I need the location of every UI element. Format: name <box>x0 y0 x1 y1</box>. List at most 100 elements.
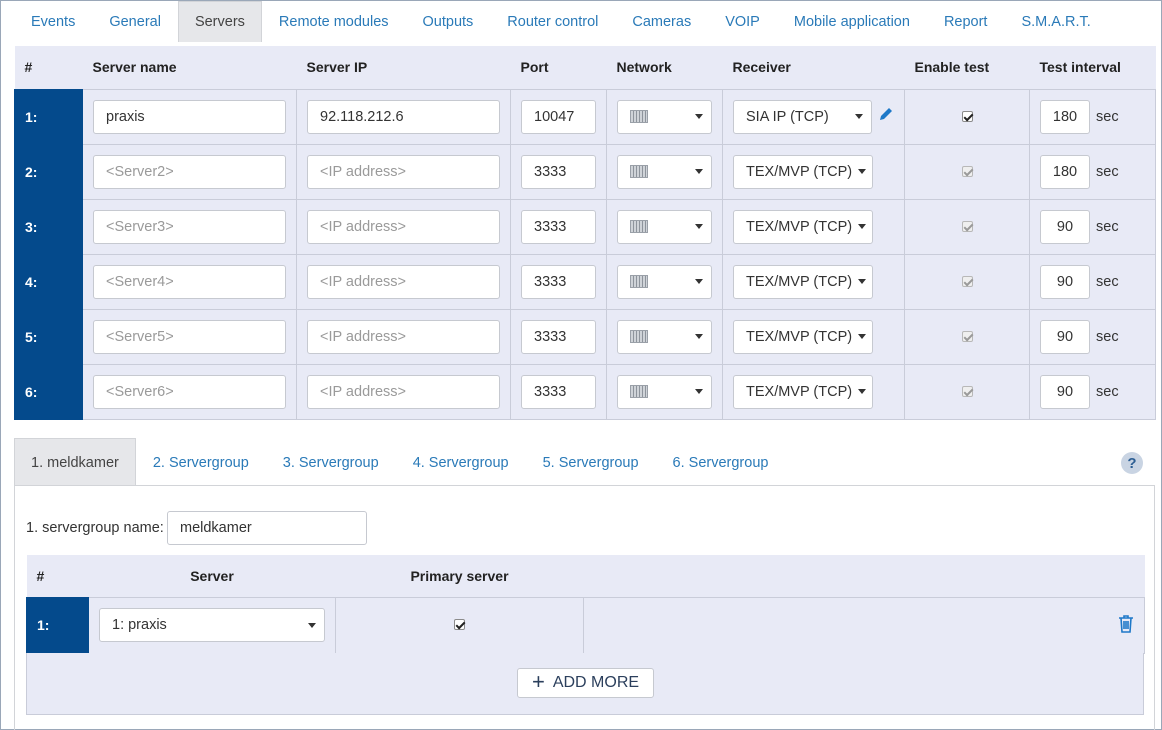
port-input[interactable]: 3333 <box>521 264 596 299</box>
tab-mobile-application[interactable]: Mobile application <box>777 1 927 42</box>
chevron-down-icon <box>308 622 316 628</box>
network-select[interactable] <box>617 154 712 189</box>
ethernet-icon <box>630 110 648 123</box>
tab-servergroup-2[interactable]: 2. Servergroup <box>136 438 266 486</box>
port-input[interactable]: 3333 <box>521 319 596 354</box>
primary-server-checkbox[interactable] <box>454 619 465 630</box>
enable-test-checkbox[interactable] <box>961 385 973 397</box>
table-row: 4: <Server4> <IP address> 3333 TEX/MVP (TCP)… <box>14 253 1156 310</box>
server-name-input[interactable]: praxis <box>93 99 286 134</box>
enable-test-checkbox[interactable] <box>961 220 973 232</box>
header-server: Server <box>88 555 336 597</box>
servergroup-tabs: 1. meldkamer 2. Servergroup 3. Servergro… <box>14 438 785 486</box>
help-icon[interactable]: ? <box>1121 452 1143 474</box>
chevron-down-icon <box>695 169 703 174</box>
server-select[interactable]: 1: praxis <box>99 608 325 642</box>
servergroup-panel: 1. servergroup name: meldkamer # Server … <box>14 485 1155 730</box>
servergroup-name-label: 1. servergroup name: <box>26 520 164 536</box>
enable-test-checkbox[interactable] <box>961 330 973 342</box>
table-row: 3: <Server3> <IP address> 3333 TEX/MVP (TCP)… <box>14 198 1156 255</box>
servergroup-table: # Server Primary server 1: 1: praxis <box>26 555 1145 654</box>
port-input[interactable]: 3333 <box>521 374 596 409</box>
ethernet-icon <box>630 220 648 233</box>
tab-servergroup-6[interactable]: 6. Servergroup <box>656 438 786 486</box>
server-name-input[interactable]: <Server5> <box>93 319 286 354</box>
server-ip-input[interactable]: 92.118.212.6 <box>307 99 500 134</box>
header-num: # <box>26 555 89 597</box>
tab-smart[interactable]: S.M.A.R.T. <box>1004 1 1107 42</box>
enable-test-checkbox[interactable] <box>961 165 973 177</box>
tab-outputs[interactable]: Outputs <box>406 1 491 42</box>
test-interval-input[interactable]: 90 <box>1040 374 1090 409</box>
seconds-unit: sec <box>1096 218 1119 235</box>
ethernet-icon <box>630 165 648 178</box>
chevron-down-icon <box>858 169 867 174</box>
tab-voip[interactable]: VOIP <box>708 1 777 42</box>
tab-servergroup-1[interactable]: 1. meldkamer <box>14 438 136 486</box>
network-select[interactable] <box>617 99 712 134</box>
chevron-down-icon <box>858 224 867 229</box>
server-name-input[interactable]: <Server6> <box>93 374 286 409</box>
receiver-select[interactable]: TEX/MVP (TCP) <box>733 264 873 299</box>
tab-report[interactable]: Report <box>927 1 1005 42</box>
receiver-select[interactable]: TEX/MVP (TCP) <box>733 154 873 189</box>
server-name-input[interactable]: <Server3> <box>93 209 286 244</box>
server-ip-input[interactable]: <IP address> <box>307 319 500 354</box>
test-interval-input[interactable]: 90 <box>1040 319 1090 354</box>
server-ip-input[interactable]: <IP address> <box>307 264 500 299</box>
network-select[interactable] <box>617 264 712 299</box>
tab-remote-modules[interactable]: Remote modules <box>262 1 406 42</box>
tab-general[interactable]: General <box>92 1 178 42</box>
server-name-input[interactable]: <Server2> <box>93 154 286 189</box>
port-input[interactable]: 3333 <box>521 209 596 244</box>
tab-servers[interactable]: Servers <box>177 1 262 42</box>
receiver-select[interactable]: SIA IP (TCP) <box>733 99 872 134</box>
header-num: # <box>14 46 83 89</box>
tab-events[interactable]: Events <box>14 1 92 42</box>
chevron-down-icon <box>695 279 703 284</box>
network-select[interactable] <box>617 209 712 244</box>
receiver-select-value: TEX/MVP (TCP) <box>746 328 853 345</box>
top-tabs: Events General Servers Remote modules Ou… <box>14 1 1108 42</box>
tab-servergroup-4[interactable]: 4. Servergroup <box>396 438 526 486</box>
servergroup-name-input[interactable]: meldkamer <box>167 511 367 545</box>
seconds-unit: sec <box>1096 328 1119 345</box>
tab-cameras[interactable]: Cameras <box>615 1 708 42</box>
port-input[interactable]: 10047 <box>521 99 596 134</box>
edit-pencil-icon[interactable] <box>878 106 894 127</box>
tab-servergroup-3[interactable]: 3. Servergroup <box>266 438 396 486</box>
network-select[interactable] <box>617 374 712 409</box>
plus-icon: + <box>531 669 545 694</box>
header-enable-test: Enable test <box>904 46 1030 89</box>
server-name-input[interactable]: <Server4> <box>93 264 286 299</box>
server-ip-input[interactable]: <IP address> <box>307 374 500 409</box>
servers-table: # Server name Server IP Port Network Rec… <box>14 46 1156 420</box>
test-interval-input[interactable]: 90 <box>1040 209 1090 244</box>
header-actions <box>583 555 1145 597</box>
test-interval-input[interactable]: 180 <box>1040 99 1090 134</box>
test-interval-input[interactable]: 90 <box>1040 264 1090 299</box>
server-ip-input[interactable]: <IP address> <box>307 209 500 244</box>
port-input[interactable]: 3333 <box>521 154 596 189</box>
enable-test-checkbox[interactable] <box>961 110 973 122</box>
header-primary-server: Primary server <box>335 555 584 597</box>
enable-test-checkbox[interactable] <box>961 275 973 287</box>
network-select[interactable] <box>617 319 712 354</box>
chevron-down-icon <box>858 279 867 284</box>
servers-header-row: # Server name Server IP Port Network Rec… <box>14 46 1156 89</box>
add-more-button[interactable]: + ADD MORE <box>517 668 654 698</box>
header-server-ip: Server IP <box>296 46 511 89</box>
ethernet-icon <box>630 275 648 288</box>
receiver-select-value: SIA IP (TCP) <box>746 108 829 125</box>
chevron-down-icon <box>695 114 703 119</box>
tab-router-control[interactable]: Router control <box>490 1 615 42</box>
test-interval-input[interactable]: 180 <box>1040 154 1090 189</box>
ethernet-icon <box>630 385 648 398</box>
receiver-select[interactable]: TEX/MVP (TCP) <box>733 374 873 409</box>
trash-icon[interactable] <box>1118 614 1134 636</box>
tab-servergroup-5[interactable]: 5. Servergroup <box>526 438 656 486</box>
server-ip-input[interactable]: <IP address> <box>307 154 500 189</box>
add-more-label: ADD MORE <box>552 674 640 691</box>
receiver-select[interactable]: TEX/MVP (TCP) <box>733 319 873 354</box>
receiver-select[interactable]: TEX/MVP (TCP) <box>733 209 873 244</box>
